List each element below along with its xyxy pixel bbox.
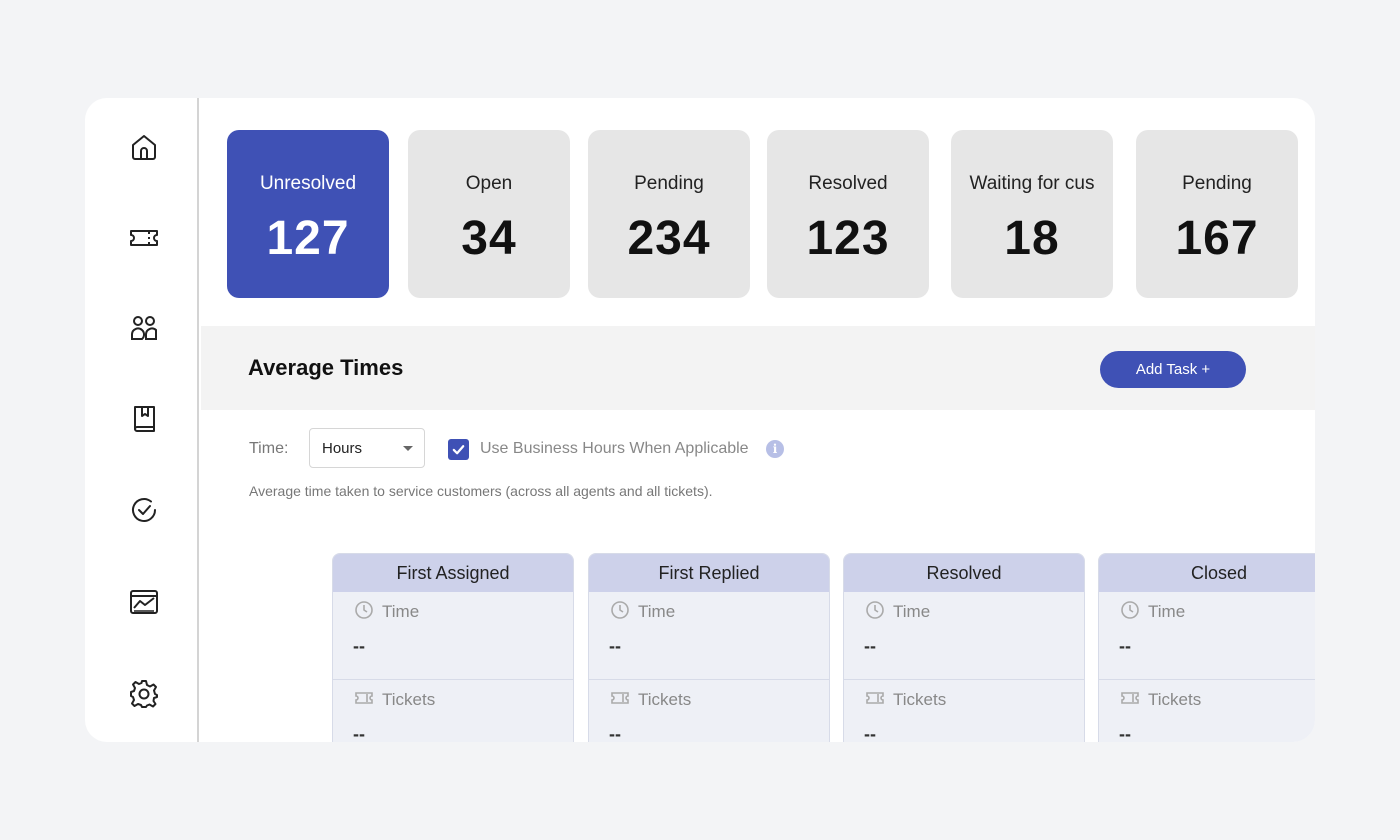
stat-label: Resolved <box>808 173 888 194</box>
tickets-row-value: -- <box>353 724 365 742</box>
time-row-label: Time <box>893 602 931 621</box>
tickets-row-label: Tickets <box>1148 690 1202 709</box>
time-label: Time: <box>249 440 289 457</box>
tickets-row-value: -- <box>1119 724 1131 742</box>
sidebar-item-analytics[interactable] <box>125 583 163 621</box>
tickets-row-label: Tickets <box>893 690 947 709</box>
metric-tickets-row: Tickets -- <box>589 680 829 742</box>
stat-value: 123 <box>806 212 890 265</box>
sidebar-item-contacts[interactable] <box>125 310 163 348</box>
metric-time-row: Time -- <box>1099 592 1315 680</box>
stat-label: Pending <box>1182 173 1252 194</box>
stat-value: 167 <box>1175 212 1259 265</box>
main-content: Unresolved 127 Open 34 Pending 234 Resol… <box>201 98 1315 742</box>
time-row-value: -- <box>1119 636 1131 656</box>
metric-title: First Assigned <box>333 554 573 592</box>
time-row-label: Time <box>1148 602 1186 621</box>
tickets-row-value: -- <box>864 724 876 742</box>
time-unit-select[interactable]: Hours <box>309 428 425 468</box>
time-row-value: -- <box>609 636 621 656</box>
checkmark-icon <box>452 445 465 455</box>
metric-tickets-row: Tickets -- <box>1099 680 1315 742</box>
clock-icon <box>355 601 373 619</box>
time-row-value: -- <box>353 636 365 656</box>
tickets-row-label: Tickets <box>382 690 436 709</box>
ticket-icon <box>866 692 884 704</box>
knowledge-base-icon <box>134 406 155 432</box>
sidebar <box>85 98 199 742</box>
stat-card-pending-2[interactable]: Pending 167 <box>1136 130 1298 298</box>
stat-value: 234 <box>627 212 711 265</box>
clock-icon <box>1121 601 1139 619</box>
metric-time-row: Time -- <box>589 592 829 680</box>
metric-tickets-row: Tickets -- <box>844 680 1084 742</box>
add-task-button[interactable]: Add Task + <box>1100 351 1246 388</box>
time-unit-value: Hours <box>322 439 363 457</box>
sidebar-item-home[interactable] <box>125 128 163 166</box>
stat-value: 34 <box>461 212 517 265</box>
average-times-header: Average Times Add Task + <box>201 326 1315 410</box>
info-icon[interactable]: i <box>766 440 784 458</box>
stat-card-open[interactable]: Open 34 <box>408 130 570 298</box>
time-row-value: -- <box>864 636 876 656</box>
stat-card-unresolved[interactable]: Unresolved 127 <box>227 130 389 298</box>
business-hours-label: Use Business Hours When Applicable <box>480 440 749 457</box>
clock-icon <box>611 601 629 619</box>
tickets-row-label: Tickets <box>638 690 692 709</box>
metric-tickets-row: Tickets -- <box>333 680 573 742</box>
metric-time-row: Time -- <box>333 592 573 680</box>
ticket-icon <box>130 230 158 246</box>
sidebar-item-tasks[interactable] <box>125 491 163 529</box>
time-row-label: Time <box>638 602 676 621</box>
section-title: Average Times <box>248 355 404 380</box>
metric-title: First Replied <box>589 554 829 592</box>
metric-card-first-assigned: First Assigned Time -- Tickets -- <box>332 553 574 742</box>
description-text: Average time taken to service customers … <box>249 483 713 499</box>
stat-value: 127 <box>266 212 350 265</box>
metric-title: Resolved <box>844 554 1084 592</box>
metric-card-closed: Closed Time -- Tickets -- <box>1098 553 1315 742</box>
stat-label: Open <box>465 173 513 194</box>
clock-icon <box>866 601 884 619</box>
ticket-icon <box>1121 692 1139 704</box>
home-icon <box>132 135 156 160</box>
task-check-icon <box>132 498 156 522</box>
stat-value: 18 <box>1004 212 1060 265</box>
stat-card-resolved[interactable]: Resolved 123 <box>767 130 929 298</box>
contacts-icon <box>131 316 157 340</box>
sidebar-item-settings[interactable] <box>125 675 163 713</box>
metric-title: Closed <box>1099 554 1315 592</box>
settings-icon <box>130 680 158 708</box>
tickets-row-value: -- <box>609 724 621 742</box>
metric-card-first-replied: First Replied Time -- Tickets -- <box>588 553 830 742</box>
stat-card-waiting-for-customer[interactable]: Waiting for cus 18 <box>951 130 1113 298</box>
metric-card-resolved: Resolved Time -- Tickets -- <box>843 553 1085 742</box>
sidebar-item-tickets[interactable] <box>125 219 163 257</box>
stat-card-pending[interactable]: Pending 234 <box>588 130 750 298</box>
ticket-icon <box>355 692 373 704</box>
analytics-icon <box>130 590 158 614</box>
app-card: Unresolved 127 Open 34 Pending 234 Resol… <box>85 98 1315 742</box>
business-hours-checkbox[interactable] <box>448 439 469 460</box>
ticket-icon <box>611 692 629 704</box>
time-row-label: Time <box>382 602 420 621</box>
metric-time-row: Time -- <box>844 592 1084 680</box>
sidebar-item-knowledge-base[interactable] <box>125 400 163 438</box>
stat-label: Unresolved <box>259 173 357 194</box>
caret-down-icon <box>403 446 413 451</box>
stat-label: Waiting for cus <box>969 173 1095 194</box>
stat-label: Pending <box>634 173 704 194</box>
